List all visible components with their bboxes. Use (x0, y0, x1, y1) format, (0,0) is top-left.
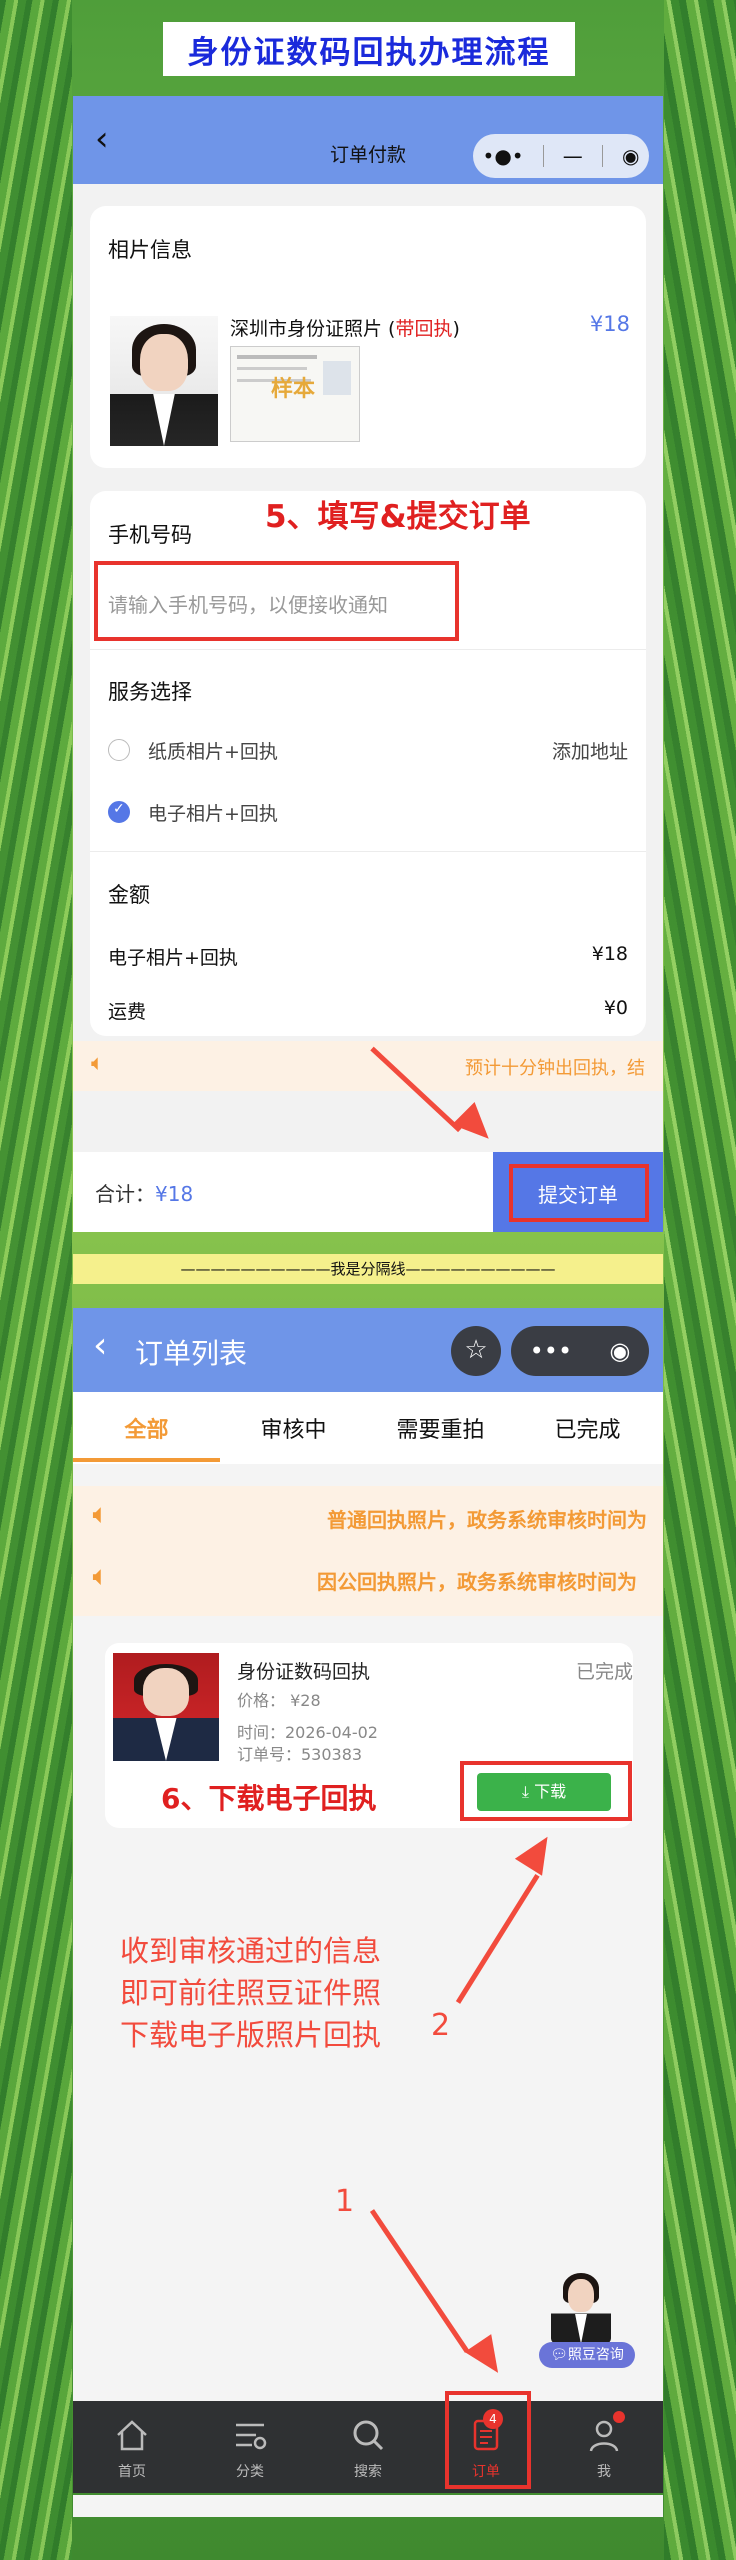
close-icon[interactable]: ◉ (622, 144, 639, 168)
more-icon[interactable]: ••• (530, 1337, 572, 1365)
step-6-annotation: 6、下载电子回执 (161, 1782, 377, 1815)
phone-title: 手机号码 (108, 523, 192, 547)
amount-row-value: ¥18 (591, 943, 628, 965)
active-tab-indicator (73, 1458, 220, 1462)
tabbar-profile[interactable]: 我 (545, 2411, 663, 2481)
digital-option-label[interactable]: 电子相片+回执 (148, 799, 278, 826)
consultant-avatar[interactable] (551, 2268, 611, 2344)
step-1-label: 1 (335, 2184, 355, 2219)
order-payment-screen: ‹ 订单付款 •●• — ◉ 相片信息 深圳市身份证照片 (带回执) ¥18 样… (73, 96, 663, 1232)
shipping-value: ¥0 (603, 997, 628, 1019)
id-photo-thumbnail (110, 316, 218, 446)
order-time: 时间：2026-04-02 (237, 1723, 378, 1742)
screen-bottom-edge (73, 2495, 663, 2517)
total-amount: 合计：¥18 (95, 1182, 194, 1206)
tabbar-search[interactable]: 搜索 (309, 2415, 427, 2481)
amount-row-label: 电子相片+回执 (108, 947, 238, 969)
add-address-link[interactable]: 添加地址 (552, 737, 628, 764)
speaker-icon: 🔈︎ (93, 1562, 108, 1590)
download-highlight (460, 1761, 632, 1821)
tab-reviewing[interactable]: 审核中 (220, 1412, 367, 1444)
notice-text: 普通回执照片，政务系统审核时间为 (327, 1508, 647, 1532)
bottom-tabbar: 首页 分类 搜索 订单 4 我 (73, 2391, 663, 2493)
order-title: 身份证数码回执 (237, 1661, 371, 1683)
tabbar-home[interactable]: 首页 (73, 2415, 191, 2481)
paper-option-label[interactable]: 纸质相片+回执 (148, 737, 278, 764)
radio-paper-option[interactable] (108, 739, 130, 761)
chat-icon: 💬︎ (550, 2347, 568, 2363)
speaker-icon: 🔈︎ (93, 1500, 108, 1528)
home-icon (117, 2420, 147, 2451)
receipt-sample-image: 样本 (230, 346, 360, 442)
radio-digital-option[interactable] (108, 801, 130, 823)
checkout-footer: 合计：¥18 提交订单 (73, 1152, 663, 1232)
profile-dot (613, 2411, 625, 2423)
submit-order-button[interactable]: 提交订单 (493, 1152, 663, 1232)
tabbar-category[interactable]: 分类 (191, 2415, 309, 2481)
step-5-annotation: 5、填写&提交订单 (265, 499, 531, 535)
mini-program-capsule: ••• ◉ (511, 1326, 649, 1376)
photo-info-title: 相片信息 (108, 238, 192, 262)
capsule-divider (601, 145, 603, 167)
info-annotation: 收到审核通过的信息 即可前往照豆证件照 下载电子版照片回执 (120, 1934, 382, 2052)
more-icon[interactable]: •●• (483, 144, 524, 168)
nav-title: 订单列表 (135, 1337, 248, 1370)
capsule-divider (542, 145, 544, 167)
star-icon[interactable]: ☆ (451, 1326, 501, 1376)
navbar: ‹ 订单列表 ☆ ••• ◉ (73, 1308, 663, 1392)
tab-all[interactable]: 全部 (73, 1412, 220, 1444)
amount-title: 金额 (108, 883, 150, 907)
close-icon[interactable]: ◉ (609, 1337, 630, 1365)
order-photo-thumbnail (113, 1653, 219, 1761)
step-2-label: 2 (431, 2008, 451, 2043)
search-icon (353, 2420, 384, 2451)
minimize-icon[interactable]: — (563, 144, 583, 168)
separator-line: ——————————我是分隔线—————————— (73, 1254, 663, 1284)
notice-bar: 🔈︎ 预计十分钟出回执，结 (73, 1041, 663, 1091)
mini-program-capsule: •●• — ◉ (473, 134, 649, 178)
navbar: ‹ 订单付款 •●• — ◉ (73, 96, 663, 184)
product-price: ¥18 (589, 312, 630, 336)
consult-button[interactable]: 💬︎照豆咨询 (539, 2342, 635, 2368)
order-form-card: 手机号码 5、填写&提交订单 请输入手机号码，以便接收通知 服务选择 纸质相片+… (90, 491, 646, 1036)
notice-text: 因公回执照片，政务系统审核时间为 (317, 1570, 637, 1594)
photo-info-card: 相片信息 深圳市身份证照片 (带回执) ¥18 样本 (90, 206, 646, 468)
order-price: 价格： ¥28 (237, 1691, 321, 1710)
tab-retake[interactable]: 需要重拍 (367, 1412, 514, 1444)
divider (90, 851, 646, 852)
order-status: 已完成 (575, 1661, 633, 1683)
page-title: 身份证数码回执办理流程 (163, 22, 575, 76)
tab-completed[interactable]: 已完成 (514, 1412, 661, 1444)
order-tab-highlight (445, 2391, 531, 2489)
phone-input-highlight (94, 561, 459, 641)
shipping-label: 运费 (108, 1001, 147, 1023)
submit-highlight (509, 1164, 649, 1222)
product-name: 深圳市身份证照片 (带回执) (230, 318, 460, 340)
category-icon (236, 2423, 267, 2450)
order-list-screen: ‹ 订单列表 ☆ ••• ◉ 全部 审核中 需要重拍 已完成 🔈︎ 普通回执照片… (73, 1308, 663, 2493)
grass-right-decoration (664, 0, 736, 2560)
notice-area: 🔈︎ 普通回执照片，政务系统审核时间为 🔈︎ 因公回执照片，政务系统审核时间为 (73, 1486, 663, 1616)
speaker-icon: 🔈︎ (91, 1051, 105, 1076)
service-title: 服务选择 (108, 680, 192, 704)
divider (90, 649, 646, 650)
order-number: 订单号：530383 (237, 1745, 363, 1764)
sample-stamp: 样本 (271, 377, 316, 402)
grass-left-decoration (0, 0, 72, 2560)
chevron-left-icon[interactable]: ‹ (93, 1328, 107, 1364)
order-card[interactable]: 身份证数码回执 已完成 价格： ¥28 时间：2026-04-02 订单号：53… (105, 1643, 633, 1828)
notice-text: 预计十分钟出回执，结 (465, 1058, 645, 1079)
